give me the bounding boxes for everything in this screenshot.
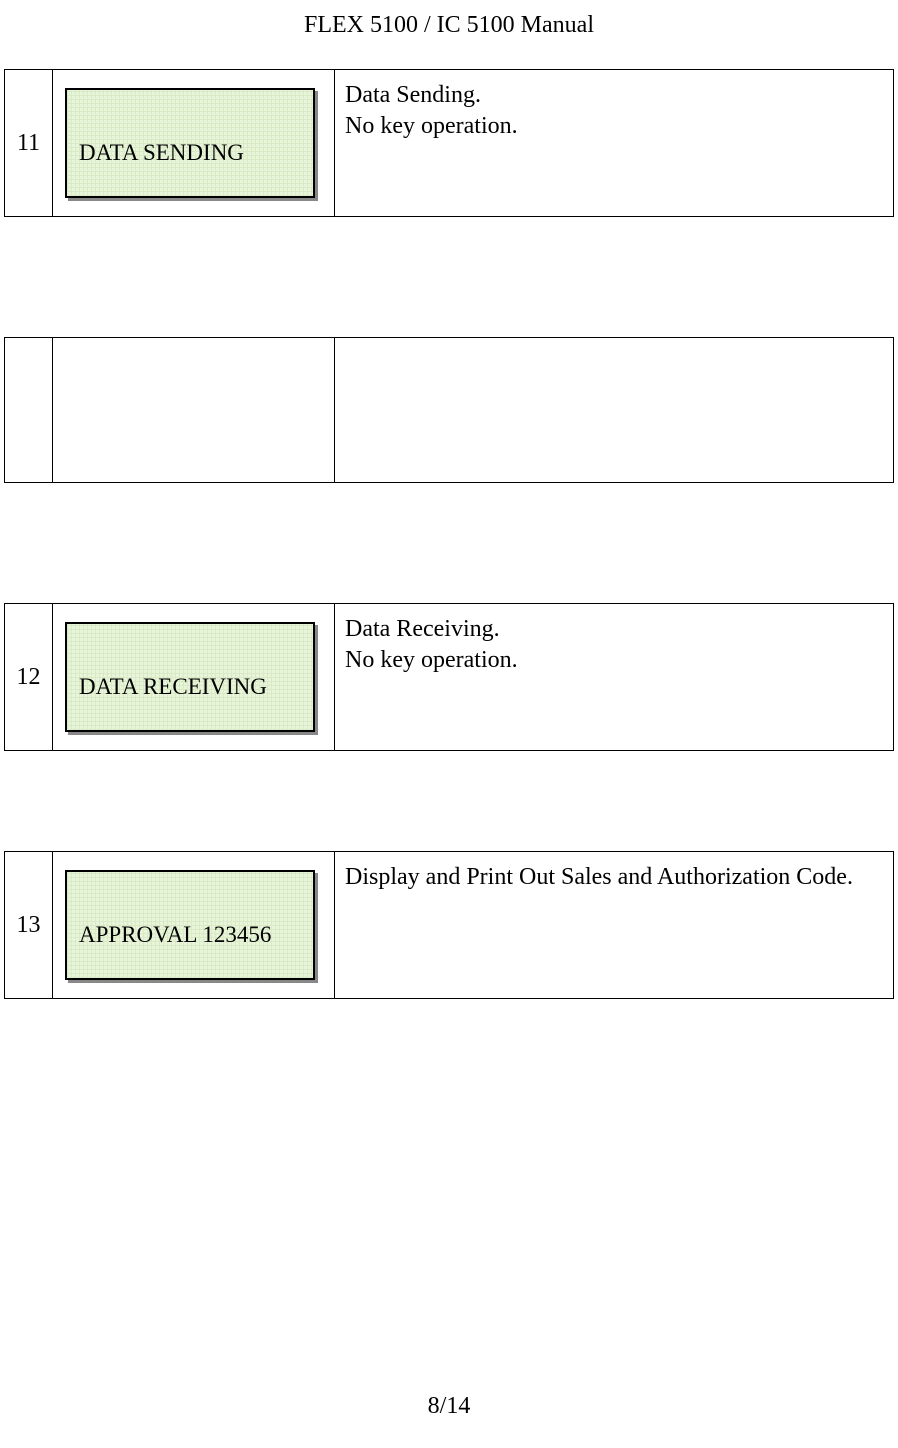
step-table-empty [4, 337, 894, 483]
page-footer: 8/14 [0, 1393, 898, 1420]
display-text: DATA SENDING [79, 140, 244, 165]
description-cell: Display and Print Out Sales and Authoriz… [335, 852, 894, 999]
table-row: 12 DATA RECEIVING Data Receiving. No key… [5, 604, 894, 751]
table-row [5, 338, 894, 483]
step-number: 11 [5, 70, 53, 217]
step-table-11: 11 DATA SENDING Data Sending. No key ope… [4, 69, 894, 217]
step-number [5, 338, 53, 483]
description-cell [335, 338, 894, 483]
step-table-13: 13 APPROVAL 123456 Display and Print Out… [4, 851, 894, 999]
step-number: 13 [5, 852, 53, 999]
document-title: FLEX 5100 / IC 5100 Manual [304, 12, 594, 38]
display-cell: DATA SENDING [53, 70, 335, 217]
step-number: 12 [5, 604, 53, 751]
lcd-display: APPROVAL 123456 [65, 870, 315, 980]
page-header: FLEX 5100 / IC 5100 Manual [0, 0, 898, 39]
display-cell: DATA RECEIVING [53, 604, 335, 751]
lcd-display: DATA RECEIVING [65, 622, 315, 732]
description-cell: Data Sending. No key operation. [335, 70, 894, 217]
page-number: 8/14 [428, 1393, 471, 1419]
display-cell: APPROVAL 123456 [53, 852, 335, 999]
display-cell [53, 338, 335, 483]
display-text: APPROVAL 123456 [79, 922, 271, 947]
description-line: No key operation. [345, 111, 883, 142]
description-line: Display and Print Out Sales and Authoriz… [345, 862, 883, 893]
display-text: DATA RECEIVING [79, 674, 267, 699]
description-cell: Data Receiving. No key operation. [335, 604, 894, 751]
table-row: 13 APPROVAL 123456 Display and Print Out… [5, 852, 894, 999]
table-row: 11 DATA SENDING Data Sending. No key ope… [5, 70, 894, 217]
description-line: No key operation. [345, 645, 883, 676]
content-area: 11 DATA SENDING Data Sending. No key ope… [0, 69, 898, 999]
description-line: Data Sending. [345, 80, 883, 111]
step-table-12: 12 DATA RECEIVING Data Receiving. No key… [4, 603, 894, 751]
description-line: Data Receiving. [345, 614, 883, 645]
lcd-display: DATA SENDING [65, 88, 315, 198]
